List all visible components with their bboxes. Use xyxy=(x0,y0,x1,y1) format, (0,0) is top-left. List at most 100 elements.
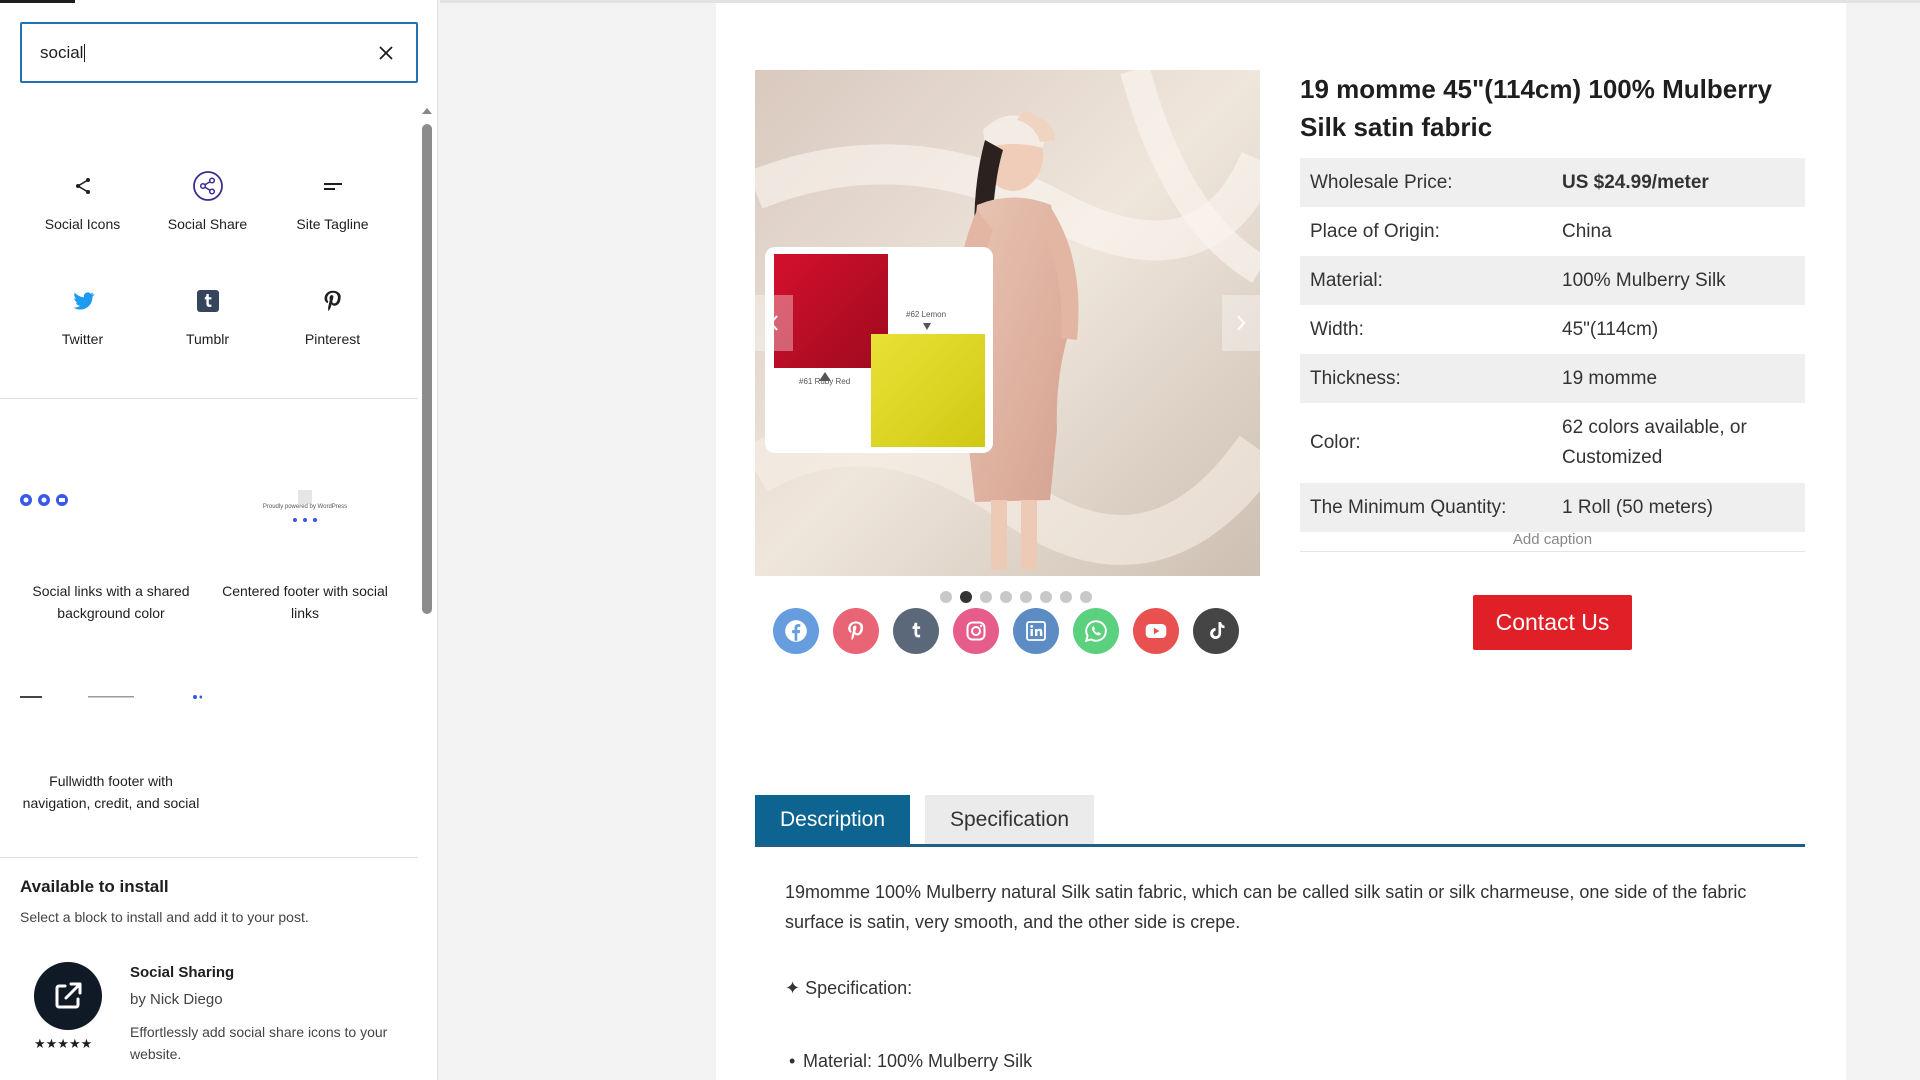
swatch-label-lemon: #62 Lemon xyxy=(906,310,947,319)
plugin-author: by Nick Diego xyxy=(130,991,223,1008)
gallery-dot[interactable] xyxy=(940,591,952,603)
pattern-social-links[interactable]: Social links with a shared background co… xyxy=(20,440,202,624)
description-paragraph: 19momme 100% Mulberry natural Silk satin… xyxy=(785,882,1747,932)
block-label: Tumblr xyxy=(185,331,230,347)
gallery-dot[interactable] xyxy=(1020,591,1032,603)
tab-description[interactable]: Description xyxy=(755,795,911,844)
divider xyxy=(0,857,418,858)
spec-value: 1 Roll (50 meters) xyxy=(1552,483,1805,532)
rating-stars: ★★★★★ xyxy=(34,1036,93,1051)
spec-row: Material: 100% Mulberry Silk xyxy=(1300,256,1805,305)
pattern-preview xyxy=(20,440,202,580)
block-social-share[interactable]: Social Share xyxy=(145,134,270,249)
spec-key: Wholesale Price: xyxy=(1300,158,1552,207)
spec-row: The Minimum Quantity: 1 Roll (50 meters) xyxy=(1300,483,1805,532)
spec-key: Place of Origin: xyxy=(1310,220,1440,242)
external-link-icon xyxy=(34,962,102,1030)
block-label: Social Icons xyxy=(44,216,121,232)
gallery-dot[interactable] xyxy=(1000,591,1012,603)
tumblr-icon xyxy=(192,285,224,317)
spec-value: 62 colors available, or Customized xyxy=(1562,417,1747,468)
editor-page: #61 Ruby Red #62 Lemon 19 momme 45"(114c… xyxy=(716,3,1846,1080)
close-icon[interactable] xyxy=(374,41,398,65)
spec-key: Material: xyxy=(1300,256,1552,305)
pattern-label: Centered footer with social links xyxy=(222,583,388,621)
youtube-icon[interactable] xyxy=(1133,608,1179,654)
list-item: Material: 100% Mulberry Silk xyxy=(789,1051,1032,1072)
spec-value: China xyxy=(1562,220,1612,242)
gallery-dot[interactable] xyxy=(1060,591,1072,603)
spec-value: 100% Mulberry Silk xyxy=(1552,256,1805,305)
pattern-label: Social links with a shared background co… xyxy=(32,583,190,621)
spec-key: Width: xyxy=(1310,318,1364,340)
plugin-social-sharing[interactable]: ★★★★★ Social Sharing by Nick Diego Effor… xyxy=(34,958,404,1068)
social-icons-row xyxy=(773,608,1239,654)
spec-row: Wholesale Price: US $24.99/meter xyxy=(1300,158,1805,207)
pattern-credit-text: Proudly powered by WordPress xyxy=(262,504,348,510)
facebook-icon[interactable] xyxy=(773,608,819,654)
block-inserter-panel: social Social Icons Social Share Site Ta… xyxy=(0,0,438,1080)
block-tumblr[interactable]: Tumblr xyxy=(145,249,270,364)
swatch-label-ruby: #61 Ruby Red xyxy=(799,377,851,386)
plugin-description: Effortlessly add social share icons to y… xyxy=(130,1024,388,1062)
gallery-dot[interactable] xyxy=(1040,591,1052,603)
spec-row: Thickness: 19 momme xyxy=(1300,354,1805,403)
block-results: Social Icons Social Share Site Tagline T… xyxy=(20,134,396,364)
table-caption-input[interactable]: Add caption xyxy=(1300,531,1805,552)
gallery-dot[interactable] xyxy=(980,591,992,603)
product-spec-table: Wholesale Price: US $24.99/meter Place o… xyxy=(1300,158,1805,532)
contact-us-button[interactable]: Contact Us xyxy=(1473,595,1632,650)
tiktok-icon[interactable] xyxy=(1193,608,1239,654)
spec-value: 45"(114cm) xyxy=(1562,318,1659,340)
block-label: Social Share xyxy=(167,216,248,232)
scrollbar-thumb[interactable] xyxy=(422,124,432,614)
share-icon xyxy=(67,170,99,202)
plugin-name: Social Sharing xyxy=(130,964,235,981)
spec-value: US $24.99/meter xyxy=(1552,158,1805,207)
pattern-label: Fullwidth footer with navigation, credit… xyxy=(22,773,200,811)
block-site-tagline[interactable]: Site Tagline xyxy=(270,134,395,249)
block-search-field[interactable]: social xyxy=(20,22,418,83)
gallery-pagination xyxy=(940,591,1092,603)
spec-row: Color: 62 colors available, or Customize… xyxy=(1300,403,1805,483)
block-label: Site Tagline xyxy=(296,216,369,232)
product-tabs: Description Specification xyxy=(755,795,1805,847)
spec-row: Place of Origin: China xyxy=(1300,207,1805,256)
block-label: Twitter xyxy=(61,331,104,347)
instagram-icon[interactable] xyxy=(953,608,999,654)
divider xyxy=(0,398,418,399)
block-twitter[interactable]: Twitter xyxy=(20,249,145,364)
spec-key: The Minimum Quantity: xyxy=(1300,483,1552,532)
spec-row: Width: 45"(114cm) xyxy=(1300,305,1805,354)
gallery-prev-button[interactable] xyxy=(755,295,793,351)
block-social-icons[interactable]: Social Icons xyxy=(20,134,145,249)
install-heading: Available to install xyxy=(20,877,169,896)
spec-value: 19 momme xyxy=(1552,354,1805,403)
pinterest-icon[interactable] xyxy=(833,608,879,654)
chevron-left-icon xyxy=(768,314,780,332)
chevron-right-icon xyxy=(1235,314,1247,332)
pattern-fullwidth-footer[interactable]: Fullwidth footer with navigation, credit… xyxy=(20,650,203,814)
twitter-icon xyxy=(67,285,99,317)
top-accent-bar xyxy=(0,0,75,3)
search-input[interactable]: social xyxy=(40,43,374,63)
spec-key: Color: xyxy=(1310,432,1361,453)
product-image-gallery[interactable]: #61 Ruby Red #62 Lemon xyxy=(755,70,1260,576)
whatsapp-icon[interactable] xyxy=(1073,608,1119,654)
pattern-preview: Proudly powered by WordPress xyxy=(212,440,398,580)
tab-specification[interactable]: Specification xyxy=(925,795,1095,844)
block-pinterest[interactable]: Pinterest xyxy=(270,249,395,364)
pattern-centered-footer[interactable]: Proudly powered by WordPress Centered fo… xyxy=(212,440,398,624)
spec-key: Thickness: xyxy=(1300,354,1552,403)
gallery-dot[interactable] xyxy=(960,591,972,603)
inserter-scrollbar[interactable] xyxy=(420,106,434,1080)
install-description: Select a block to install and add it to … xyxy=(20,909,309,925)
pattern-preview xyxy=(20,650,203,770)
gallery-dot[interactable] xyxy=(1080,591,1092,603)
specification-heading: ✦ Specification: xyxy=(785,978,913,998)
linkedin-icon[interactable] xyxy=(1013,608,1059,654)
tumblr-icon[interactable] xyxy=(893,608,939,654)
product-image xyxy=(755,70,1260,576)
gallery-next-button[interactable] xyxy=(1222,295,1260,351)
scroll-up-icon[interactable] xyxy=(422,108,432,114)
